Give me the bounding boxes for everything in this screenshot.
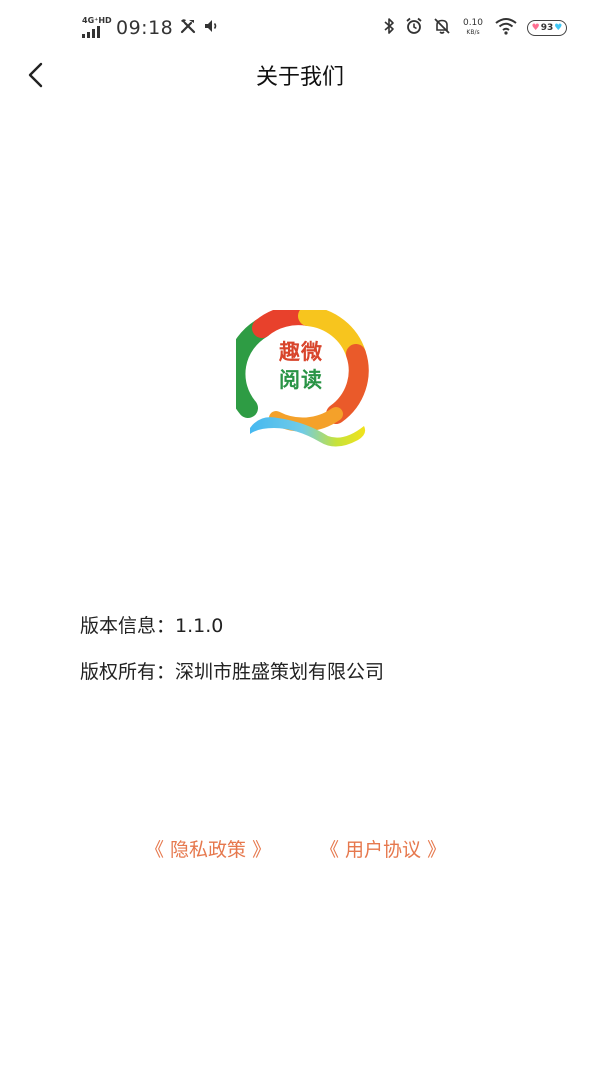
status-time: 09:18 bbox=[116, 17, 174, 39]
status-bar-right: 0.10 KB/s ♥ 93 ♥ bbox=[383, 14, 567, 42]
app-logo: 趣微 阅读 bbox=[225, 305, 372, 450]
alarm-icon bbox=[405, 17, 423, 39]
network-type: 4G⁺HD bbox=[82, 16, 112, 25]
status-bar: 4G⁺HD 09:18 0.10 KB/s ♥ 93 ♥ bbox=[0, 0, 600, 54]
volume-icon bbox=[203, 17, 221, 39]
bluetooth-icon bbox=[383, 17, 395, 39]
page-title: 关于我们 bbox=[255, 65, 344, 90]
network-speed-unit: KB/s bbox=[466, 29, 480, 36]
network-speed-value: 0.10 bbox=[462, 18, 484, 28]
logo-text-line2: 阅读 bbox=[279, 368, 323, 392]
wifi-icon bbox=[495, 17, 517, 39]
copyright-info: 版权所有：深圳市胜盛策划有限公司 bbox=[80, 661, 385, 683]
user-agreement-link[interactable]: 《 用户协议 》 bbox=[320, 835, 446, 862]
version-info: 版本信息：1.1.0 bbox=[80, 615, 224, 637]
battery-icon: ♥ 93 ♥ bbox=[527, 20, 567, 36]
signal-icon: 4G⁺HD bbox=[80, 16, 112, 40]
tools-icon bbox=[179, 17, 197, 39]
nav-bar: 关于我们 bbox=[0, 54, 600, 96]
notifications-off-icon bbox=[433, 17, 451, 39]
about-us-screen: 4G⁺HD 09:18 0.10 KB/s ♥ 93 ♥ 关于我们 趣微 阅读 … bbox=[0, 0, 600, 1067]
privacy-policy-link[interactable]: 《 隐私政策 》 bbox=[145, 835, 271, 862]
battery-level: 93 bbox=[540, 23, 554, 33]
status-bar-left: 4G⁺HD 09:18 bbox=[80, 14, 221, 42]
network-speed: 0.10 KB/s bbox=[461, 19, 485, 37]
logo-text-line1: 趣微 bbox=[279, 340, 323, 364]
